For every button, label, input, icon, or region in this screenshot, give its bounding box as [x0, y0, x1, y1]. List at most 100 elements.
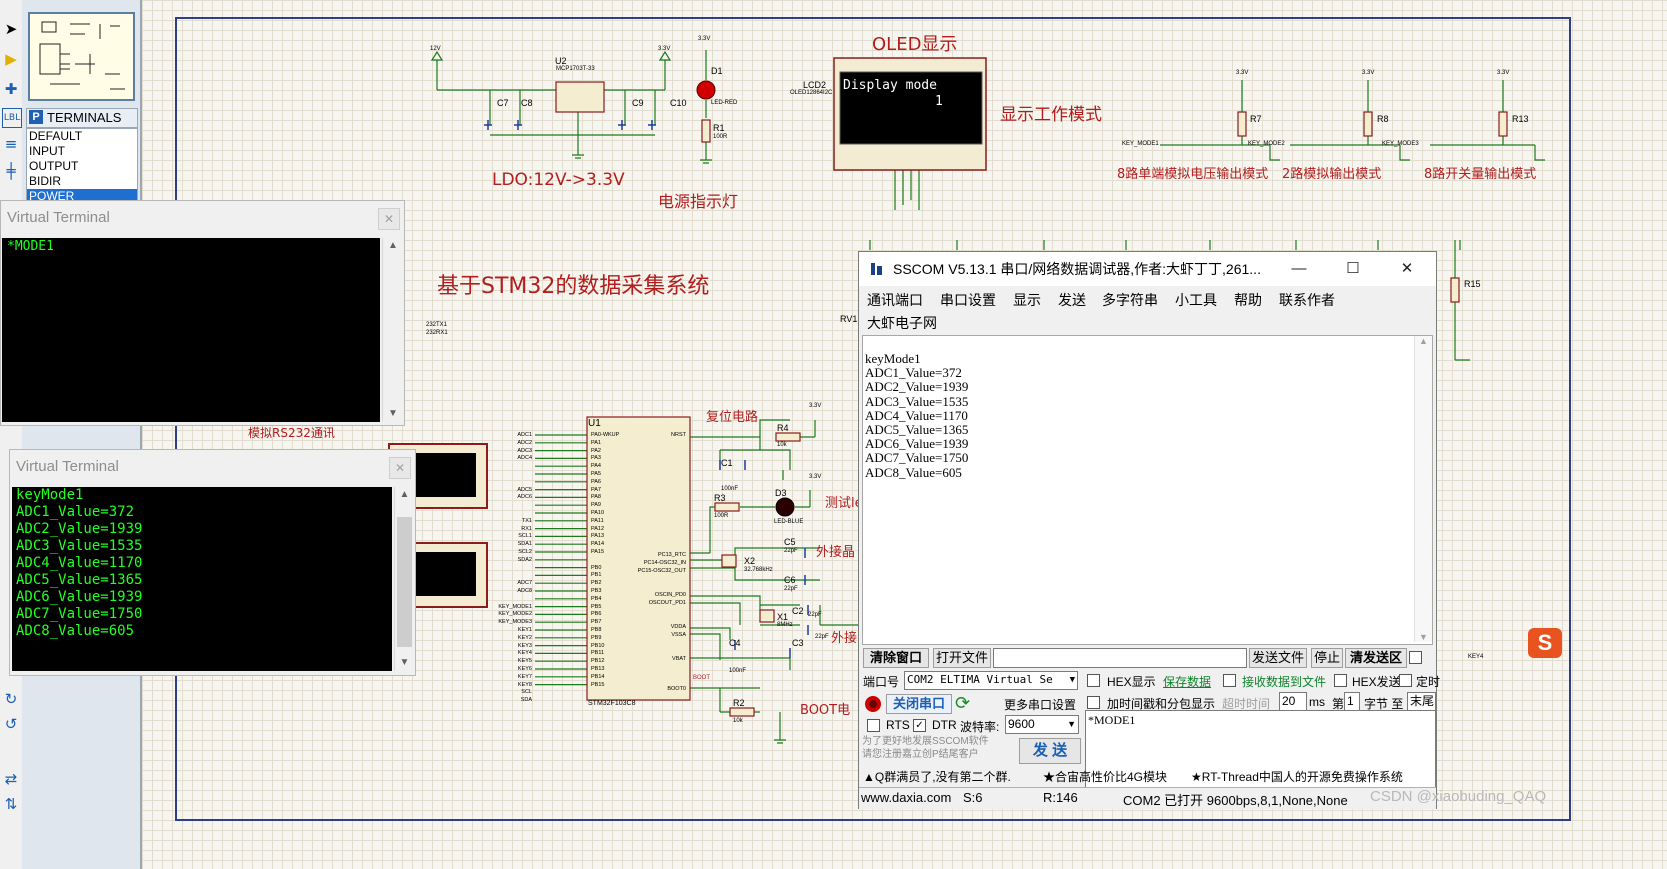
send-button[interactable]: 发 送: [1019, 738, 1081, 764]
c8-label: C8: [521, 98, 533, 108]
menu-display[interactable]: 显示: [1013, 290, 1041, 310]
sscom-window[interactable]: SSCOM V5.13.1 串口/网络数据调试器,作者:大虾丁丁,261... …: [858, 251, 1441, 809]
scroll-down-icon[interactable]: ▼: [1415, 632, 1432, 642]
vt1-scrollbar[interactable]: ▲ ▼: [382, 238, 403, 422]
clear-window-button[interactable]: 清除窗口: [863, 648, 929, 668]
v33-net-4: 3.3V: [1362, 70, 1375, 76]
timing-checkbox[interactable]: [1399, 674, 1412, 687]
net-label: SDA2: [517, 556, 532, 563]
hex-send-checkbox[interactable]: [1334, 674, 1347, 687]
menu-multi-string[interactable]: 多字符串: [1102, 290, 1158, 310]
close-icon[interactable]: ✕: [1385, 252, 1429, 286]
chevron-down-icon[interactable]: ▼: [1067, 716, 1076, 732]
send-file-button[interactable]: 发送文件: [1249, 648, 1307, 668]
scroll-up-icon[interactable]: ▲: [1415, 336, 1432, 346]
scroll-up-icon[interactable]: ▲: [383, 238, 403, 254]
vt2-line: ADC3_Value=1535: [16, 538, 143, 554]
maximize-icon[interactable]: ☐: [1331, 252, 1375, 286]
baud-label: 波特率:: [960, 720, 1000, 734]
mcu-pin-label: VBAT: [672, 656, 686, 662]
lcd2-ref: LCD2: [803, 80, 827, 90]
mcu-pin-label: PA13: [591, 533, 605, 540]
clear-send-button[interactable]: 清发送区: [1345, 648, 1407, 668]
r4-label: R4: [777, 423, 789, 433]
vt2-screen[interactable]: keyMode1 ADC1_Value=372 ADC2_Value=1939 …: [12, 487, 392, 671]
net-label: TX1: [521, 517, 532, 524]
scroll-thumb[interactable]: [397, 517, 412, 647]
rts-checkbox[interactable]: [867, 719, 880, 732]
status-website[interactable]: www.daxia.com: [861, 790, 951, 805]
ime-badge-icon[interactable]: S: [1528, 628, 1562, 658]
file-path-input[interactable]: [993, 648, 1247, 668]
ticker-item[interactable]: ▲Q群满员了,没有第二个群.: [863, 768, 1011, 785]
end-input[interactable]: 末尾: [1407, 692, 1436, 711]
net-label: [495, 596, 532, 604]
menu-serial-settings[interactable]: 串口设置: [940, 290, 996, 310]
net-label: ADC3: [517, 447, 532, 454]
reset-label: 复位电路: [706, 410, 759, 425]
close-port-button[interactable]: 关闭串口: [886, 694, 952, 714]
baud-select[interactable]: 9600 ▼: [1005, 715, 1079, 734]
menu-send[interactable]: 发送: [1058, 290, 1086, 310]
minimize-icon[interactable]: —: [1277, 252, 1321, 286]
mcu-pin-label: OSCIN_PD0: [654, 592, 686, 598]
virtual-terminal-1[interactable]: Virtual Terminal ✕ *MODE1 ▲ ▼: [0, 200, 405, 426]
u1-part: STM32F103C8: [588, 700, 636, 707]
hex-display-checkbox[interactable]: [1087, 674, 1100, 687]
net-label: [495, 471, 532, 479]
receive-area[interactable]: keyMode1 ADC1_Value=372 ADC2_Value=1939 …: [862, 335, 1433, 645]
close-icon[interactable]: ✕: [378, 208, 400, 230]
ldo-label: LDO:12V->3.3V: [492, 170, 625, 190]
oled-line-2: 1: [935, 94, 943, 109]
scroll-up-icon[interactable]: ▲: [395, 487, 414, 503]
byte-input[interactable]: 1: [1344, 692, 1360, 711]
u1-ref: U1: [588, 418, 601, 429]
port-select[interactable]: COM2 ELTIMA Virtual Se ▼: [904, 671, 1078, 690]
stop-button[interactable]: 停止: [1311, 648, 1343, 668]
sscom-titlebar[interactable]: SSCOM V5.13.1 串口/网络数据调试器,作者:大虾丁丁,261... …: [859, 252, 1436, 286]
scroll-down-icon[interactable]: ▼: [395, 655, 414, 671]
ticker-item[interactable]: ★合宙高性价比4G模块: [1043, 768, 1167, 785]
dtr-checkbox[interactable]: ✓: [913, 719, 926, 732]
r1-value: 100R: [713, 134, 728, 140]
r7-label: R7: [1250, 114, 1262, 124]
mcu-pin-label: PB12: [591, 658, 605, 665]
menu-tools[interactable]: 小工具: [1175, 290, 1217, 310]
menu-comm-port[interactable]: 通讯端口: [867, 290, 923, 310]
vt1-screen[interactable]: *MODE1: [2, 238, 380, 422]
net-label: SCL2: [518, 548, 532, 555]
menu-daxia-site[interactable]: 大虾电子网: [867, 313, 937, 333]
receive-scrollbar[interactable]: ▲ ▼: [1414, 336, 1432, 642]
unknown-checkbox[interactable]: [1409, 651, 1422, 664]
mcu-pin-label: VSSA: [671, 632, 686, 638]
virtual-terminal-2[interactable]: Virtual Terminal ✕ keyMode1 ADC1_Value=3…: [9, 449, 416, 676]
vt1-title: Virtual Terminal: [7, 209, 110, 226]
menu-help[interactable]: 帮助: [1234, 290, 1262, 310]
scroll-down-icon[interactable]: ▼: [383, 406, 403, 422]
mcu-pin-label: PC14-OSC32_IN: [643, 560, 686, 566]
news-ticker[interactable]: ▲Q群满员了,没有第二个群. ★合宙高性价比4G模块 ★RT-Thread中国人…: [861, 768, 1431, 786]
ticker-item[interactable]: ★RT-Thread中国人的开源免费操作系统: [1191, 768, 1403, 785]
open-file-button[interactable]: 打开文件: [933, 648, 991, 668]
mcu-pin-label: PA11: [591, 517, 604, 524]
vt2-line: ADC5_Value=1365: [16, 572, 143, 588]
recv-to-file-checkbox[interactable]: [1223, 674, 1236, 687]
mcu-pin-label: PB4: [591, 595, 602, 602]
timeout-input[interactable]: 20: [1279, 692, 1307, 711]
net-label: ADC6: [517, 494, 532, 501]
menu-contact-author[interactable]: 联系作者: [1279, 290, 1335, 310]
chevron-down-icon[interactable]: ▼: [1070, 672, 1075, 688]
save-data-link[interactable]: 保存数据: [1163, 673, 1211, 690]
c1-value: 100nF: [721, 486, 739, 492]
timestamp-checkbox[interactable]: [1087, 696, 1100, 709]
refresh-icon[interactable]: ⟳: [955, 693, 970, 714]
led-blue-label: LED-BLUE: [774, 519, 804, 525]
vt2-scrollbar[interactable]: ▲ ▼: [394, 487, 414, 671]
recv-to-file-label[interactable]: 接收数据到文件: [1242, 673, 1326, 690]
v33-net-5: 3.3V: [1497, 70, 1510, 76]
net-label: [495, 479, 532, 487]
timing-label: 定时: [1416, 675, 1441, 689]
more-settings-link[interactable]: 更多串口设置: [1004, 696, 1076, 713]
d1-label: D1: [711, 66, 723, 76]
close-icon[interactable]: ✕: [389, 457, 411, 479]
